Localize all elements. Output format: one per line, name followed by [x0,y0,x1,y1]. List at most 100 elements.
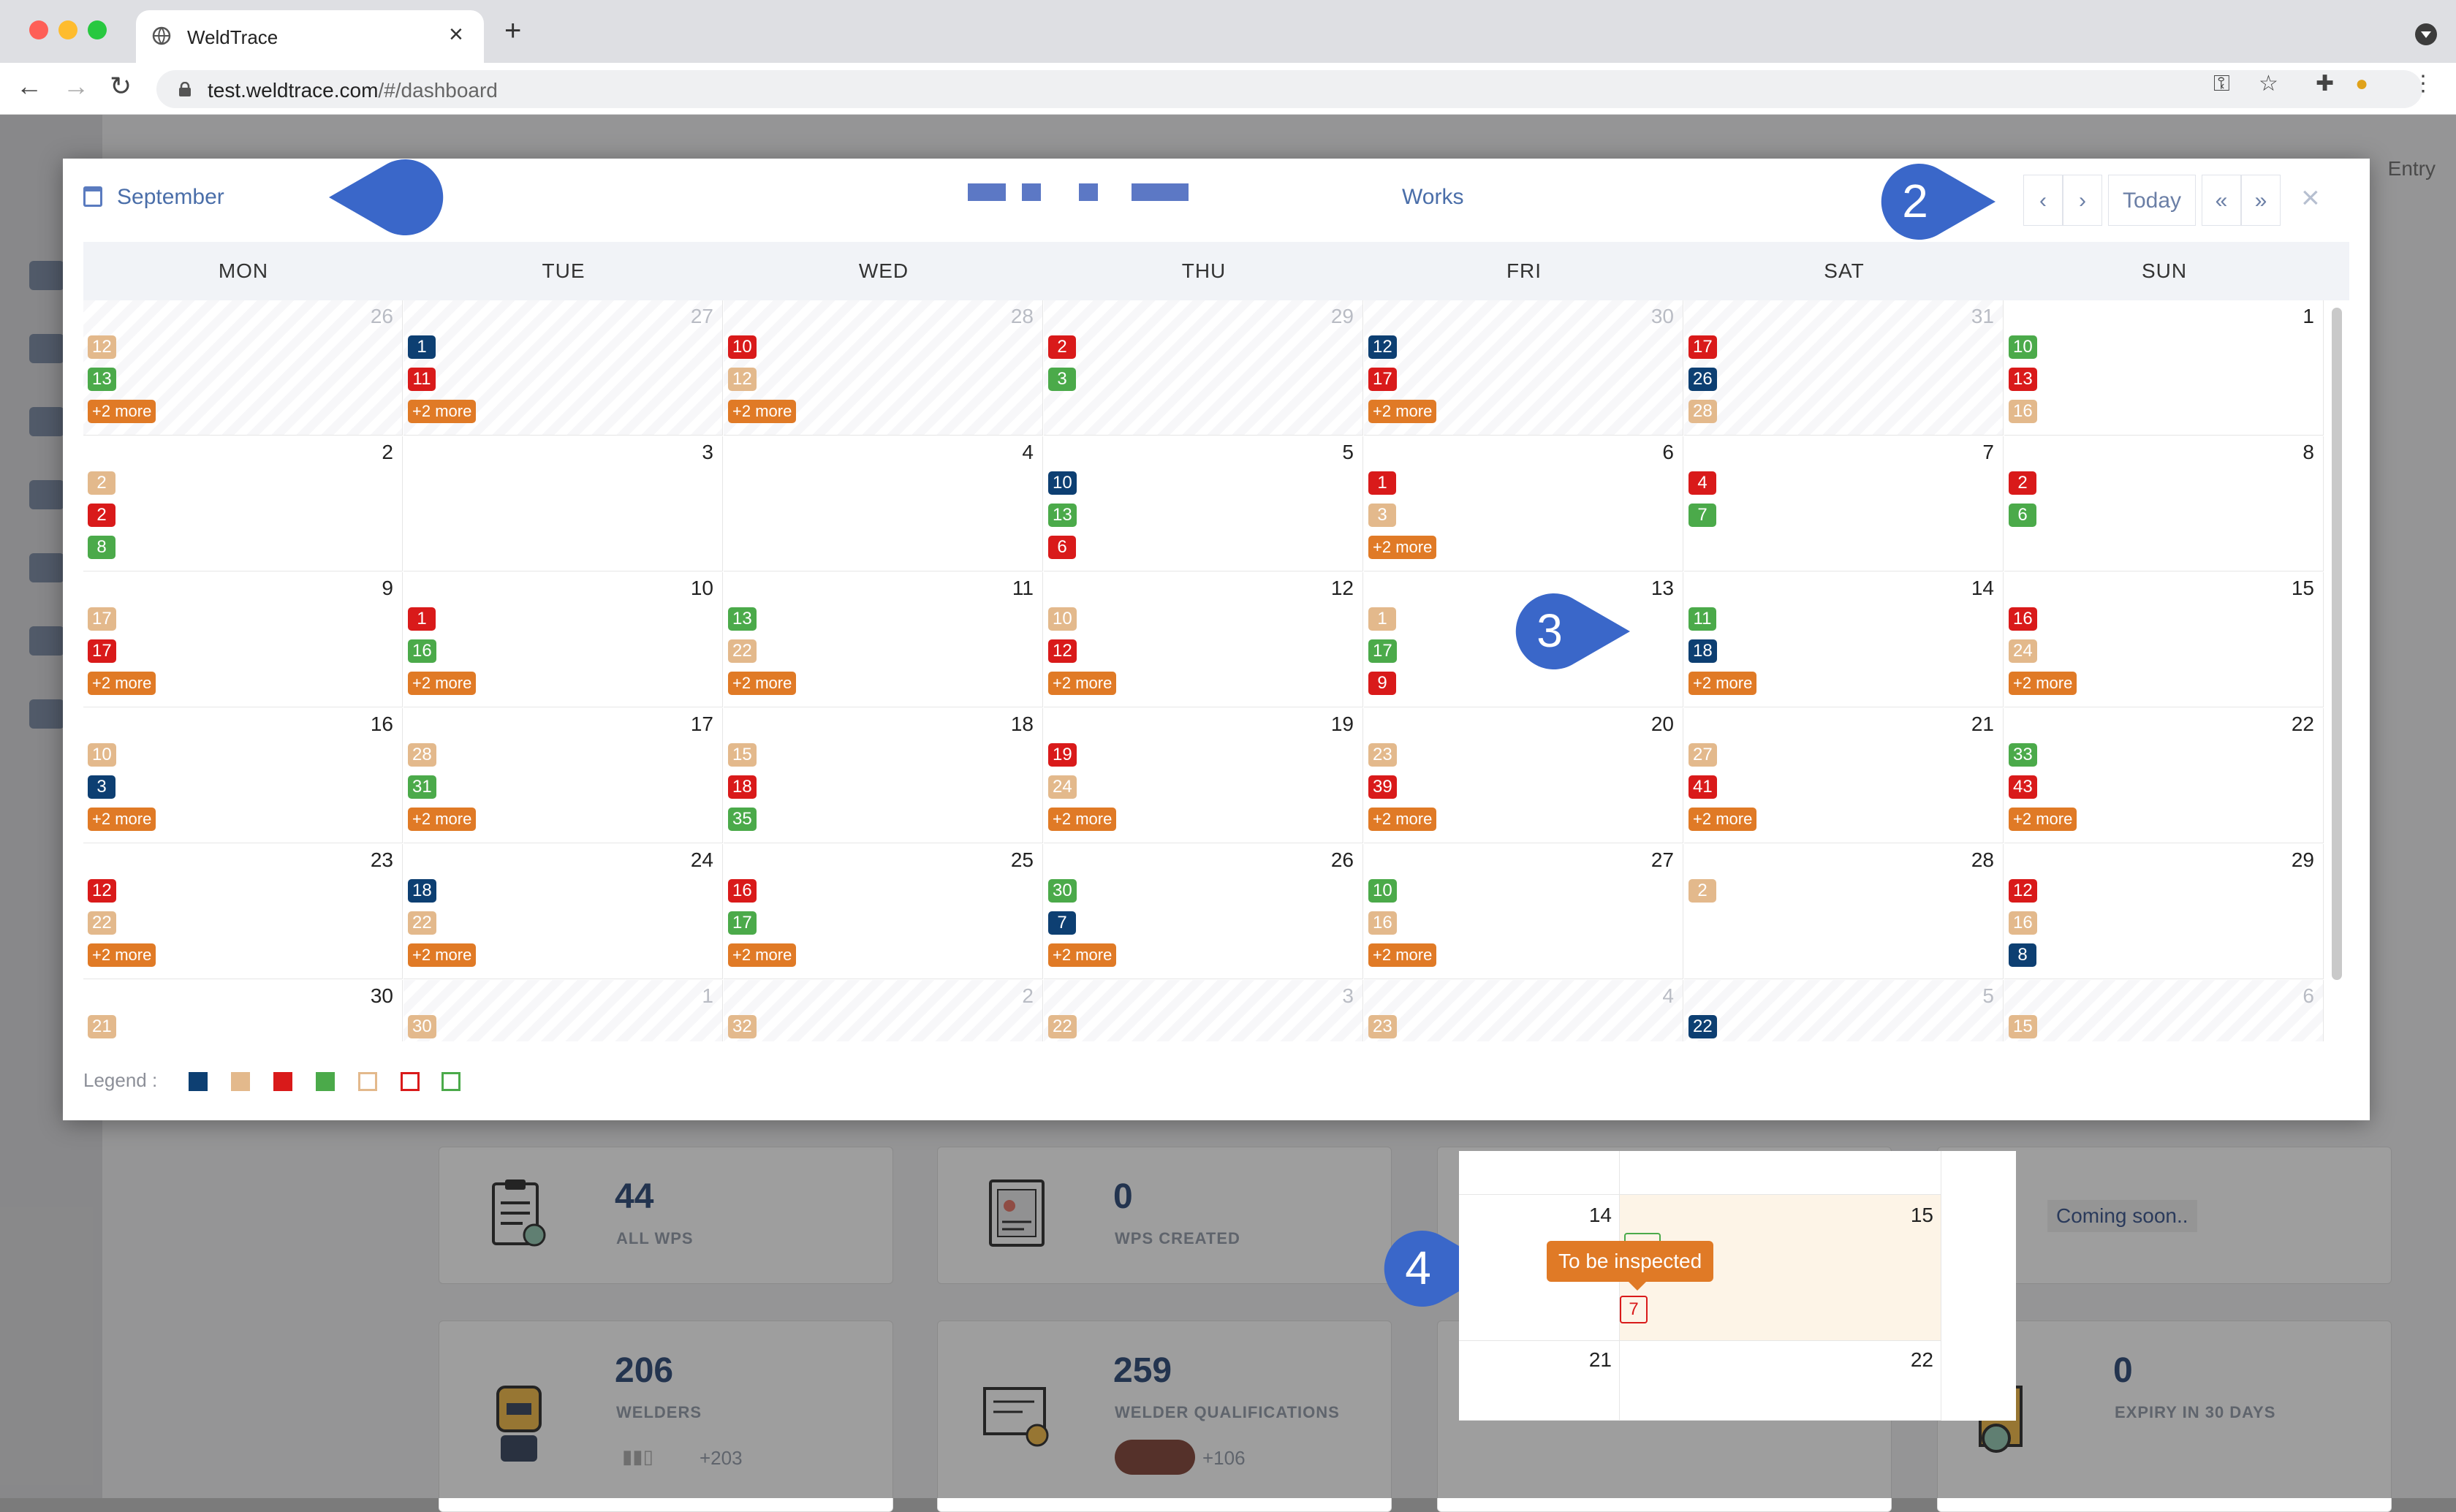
event-badge-red[interactable]: 9 [1368,672,1396,695]
key-icon[interactable]: ⚿ [2213,73,2230,95]
window-zoom-dot[interactable] [88,20,107,39]
more-events-badge[interactable]: +2 more [408,808,477,831]
event-badge-green[interactable]: 31 [408,775,436,799]
event-badge-red[interactable]: 16 [2009,607,2037,631]
event-badge-tan[interactable]: 12 [88,335,116,359]
event-badge-navy[interactable]: 26 [1688,368,1717,391]
more-events-badge[interactable]: +2 more [88,943,156,967]
more-events-badge[interactable]: +2 more [2009,808,2077,831]
event-badge-navy[interactable]: 18 [408,879,436,903]
event-badge-navy[interactable]: 8 [2009,943,2036,967]
event-badge-red[interactable]: 17 [88,639,116,663]
view-label[interactable]: Works [1402,185,1463,210]
event-badge-green[interactable]: 10 [1368,879,1397,903]
calendar-day-cell[interactable]: 1 10 13 16 [2004,300,2324,436]
address-bar[interactable]: test.weldtrace.com/#/dashboard [156,70,2422,108]
calendar-day-cell[interactable]: 5 10 13 6 [1044,436,1363,571]
forward-icon[interactable]: → [63,73,89,99]
today-button[interactable]: Today [2108,175,2196,226]
event-badge-red[interactable]: 17 [1368,368,1397,391]
more-events-badge[interactable]: +2 more [2009,672,2077,695]
more-events-badge[interactable]: +2 more [1688,808,1757,831]
calendar-day-cell[interactable]: 27 1 11 +2 more [403,300,723,436]
event-badge-green[interactable]: 8 [88,536,115,559]
event-badge-tan[interactable]: 27 [1688,743,1717,767]
prev-year-button[interactable]: « [2202,175,2241,226]
event-badge-red[interactable]: 12 [1048,639,1077,663]
event-badge-green[interactable]: 11 [1688,607,1716,631]
more-events-badge[interactable]: +2 more [408,672,477,695]
calendar-day-cell[interactable]: 3 [403,436,723,571]
event-badge-red[interactable]: 16 [728,879,757,903]
calendar-day-cell[interactable]: 4 [724,436,1043,571]
event-badge-tan[interactable]: 23 [1368,1015,1397,1038]
calendar-day-cell[interactable]: 11 13 22 +2 more [724,572,1043,707]
event-badge-tan[interactable]: 22 [728,639,757,663]
event-badge-navy[interactable]: 3 [88,775,115,799]
calendar-day-cell[interactable]: 12 10 12 +2 more [1044,572,1363,707]
event-badge-green[interactable]: 6 [2009,504,2036,527]
event-badge-navy[interactable]: 18 [1688,639,1717,663]
more-events-badge[interactable]: +2 more [1048,943,1117,967]
event-badge-tan[interactable]: 16 [2009,911,2037,935]
event-badge-red[interactable]: 1 [1368,471,1396,495]
back-icon[interactable]: ← [16,73,42,99]
calendar-day-cell[interactable]: 5 22 [1684,980,2004,1041]
event-badge-red[interactable]: 12 [2009,879,2037,903]
calendar-day-cell[interactable]: 23 12 22 +2 more [83,844,403,979]
more-events-badge[interactable]: +2 more [1368,808,1437,831]
event-badge-tan[interactable]: 22 [88,911,116,935]
event-badge-tan[interactable]: 1 [1368,607,1396,631]
window-minimize-dot[interactable] [58,20,77,39]
outlined-red-badge[interactable]: 7 [1620,1296,1648,1323]
extensions-icon[interactable]: ✚ [2316,73,2334,95]
calendar-day-cell[interactable]: 21 27 41 +2 more [1684,708,2004,843]
browser-menu-icon[interactable]: ⋮ [2412,73,2434,95]
calendar-day-cell[interactable]: 1 30 [403,980,723,1041]
event-badge-green[interactable]: 10 [2009,335,2037,359]
calendar-day-cell[interactable]: 3 22 [1044,980,1363,1041]
calendar-day-cell[interactable]: 15 16 24 +2 more [2004,572,2324,707]
calendar-day-cell[interactable]: 28 2 [1684,844,2004,979]
event-badge-green[interactable]: 7 [1688,504,1716,527]
event-badge-red[interactable]: 43 [2009,775,2037,799]
event-badge-tan[interactable]: 22 [408,911,436,935]
event-badge-navy[interactable]: 22 [1688,1015,1717,1038]
event-badge-tan[interactable]: 28 [1688,400,1717,423]
event-badge-red[interactable]: 41 [1688,775,1717,799]
calendar-day-cell[interactable]: 29 2 3 [1044,300,1363,436]
event-badge-red[interactable]: 10 [728,335,757,359]
event-badge-tan[interactable]: 10 [1048,607,1077,631]
event-badge-tan[interactable]: 15 [728,743,757,767]
event-badge-tan[interactable]: 22 [1048,1015,1077,1038]
calendar-day-cell[interactable]: 747 [1684,436,2004,571]
calendar-day-cell[interactable]: 19 19 24 +2 more [1044,708,1363,843]
prev-month-button[interactable]: ‹ [2023,175,2063,226]
calendar-day-cell[interactable]: 20 23 39 +2 more [1364,708,1683,843]
event-badge-red[interactable]: 1 [408,607,436,631]
event-badge-green[interactable]: 13 [88,368,116,391]
close-icon[interactable]: × [2301,182,2320,214]
event-badge-navy[interactable]: 12 [1368,335,1397,359]
event-badge-red[interactable]: 11 [408,368,436,391]
window-close-dot[interactable] [29,20,48,39]
new-tab-icon[interactable]: + [504,16,521,45]
calendar-day-cell[interactable]: 14 11 18 +2 more [1684,572,2004,707]
month-title[interactable]: September [117,185,224,210]
event-badge-red[interactable]: 19 [1048,743,1077,767]
tab-close-icon[interactable]: × [449,22,463,47]
more-events-badge[interactable]: +2 more [88,672,156,695]
event-badge-green[interactable]: 13 [728,607,757,631]
more-events-badge[interactable]: +2 more [1368,943,1437,967]
calendar-day-cell[interactable]: 2 2 2 8 [83,436,403,571]
event-badge-red[interactable]: 18 [728,775,757,799]
event-badge-red[interactable]: 4 [1688,471,1716,495]
event-badge-tan[interactable]: 3 [1368,504,1396,527]
event-badge-tan[interactable]: 30 [408,1015,436,1038]
next-year-button[interactable]: » [2241,175,2281,226]
calendar-day-cell[interactable]: 26 12 13 +2 more [83,300,403,436]
more-events-badge[interactable]: +2 more [728,400,797,423]
event-badge-red[interactable]: 17 [1688,335,1717,359]
calendar-day-cell[interactable]: 16 10 3 +2 more [83,708,403,843]
calendar-day-cell[interactable]: 18 15 18 35 [724,708,1043,843]
